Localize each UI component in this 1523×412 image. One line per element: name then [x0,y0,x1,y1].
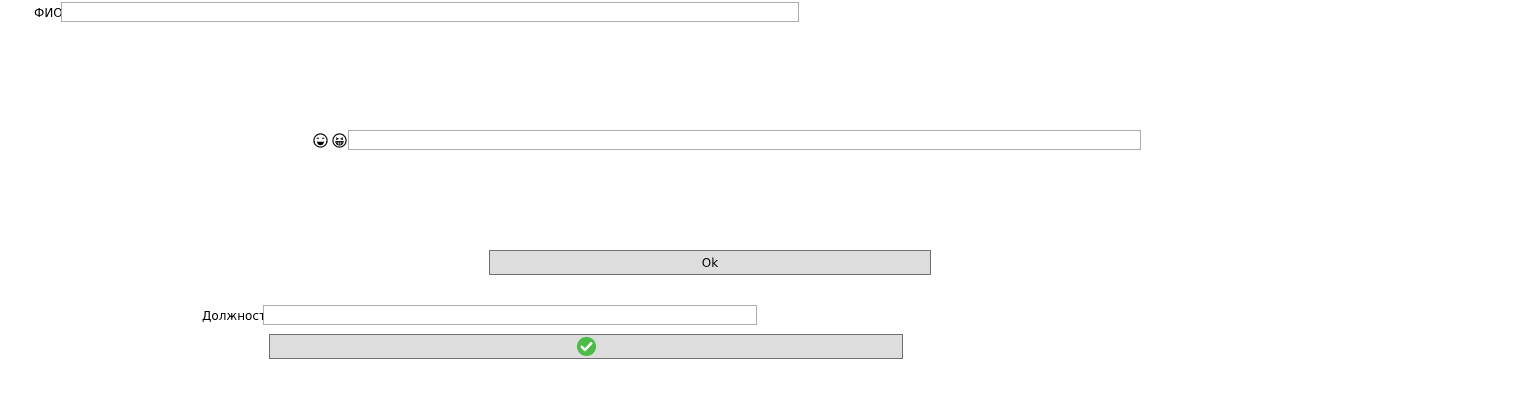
confirm-button[interactable] [269,334,903,359]
grinning-squinting-face-icon [332,133,347,148]
green-check-circle-icon [576,336,596,357]
ok-button[interactable]: Ok [489,250,931,275]
fio-label: ФИО [34,6,63,20]
laughing-tears-face-icon [313,133,328,148]
emoji-text-input[interactable] [348,130,1141,150]
fio-input[interactable] [61,2,799,22]
window-client-area: ФИО Ok Должность [0,0,1523,412]
position-input[interactable] [263,305,757,325]
